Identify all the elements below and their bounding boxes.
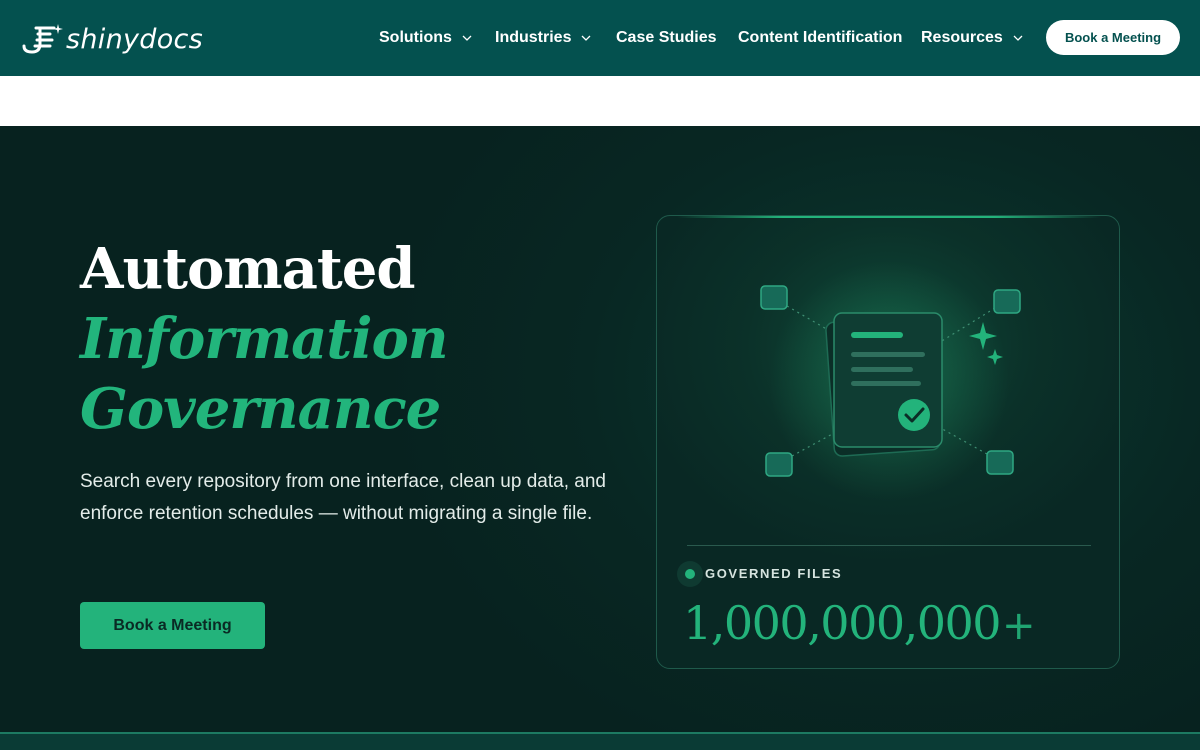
chevron-down-icon [582, 35, 591, 41]
node-icon [765, 452, 793, 477]
nav-item-resources[interactable]: Resources [921, 28, 1023, 48]
logo-mark-icon [22, 24, 63, 54]
section-divider [0, 732, 1200, 750]
governance-illustration [760, 261, 1021, 501]
nav-item-label: Industries [495, 29, 572, 46]
check-circle-icon [898, 399, 930, 431]
nav-item-content-identification[interactable]: Content Identification [738, 28, 902, 48]
chevron-down-icon [1013, 35, 1023, 41]
nav-item-label: Resources [921, 29, 1003, 46]
nav-item-label: Case Studies [616, 29, 717, 46]
logo-text: shinydocs [66, 24, 204, 55]
top-navigation: shinydocs Solutions Industries Case Stud… [0, 0, 1200, 76]
document-icon [825, 312, 943, 457]
chevron-down-icon [462, 35, 472, 41]
hero-title-line-3: Governance [80, 376, 441, 442]
logo[interactable]: shinydocs [20, 22, 203, 56]
hero-book-meeting-button[interactable]: Book a Meeting [80, 602, 265, 649]
node-icon [760, 285, 788, 310]
hero-title-line-2: Information [80, 306, 449, 372]
nav-item-label: Solutions [379, 29, 452, 46]
nav-item-industries[interactable]: Industries [495, 28, 591, 48]
hero-title-line-1: Automated [80, 236, 416, 302]
stat-number: 1,000,000,000 [683, 596, 1002, 650]
status-dot-icon [677, 561, 703, 587]
card-divider [687, 545, 1091, 546]
stat-suffix: + [1002, 603, 1036, 649]
announcement-bar [0, 76, 1200, 126]
stat-label: GOVERNED FILES [705, 566, 843, 581]
nav-item-solutions[interactable]: Solutions [379, 28, 472, 48]
nav-item-case-studies[interactable]: Case Studies [616, 28, 716, 48]
governed-files-card: GOVERNED FILES 1,000,000,000+ [656, 215, 1120, 669]
stat-value: 1,000,000,000+ [683, 596, 1036, 653]
nav-item-label: Content Identification [738, 29, 903, 46]
node-icon [986, 450, 1014, 475]
node-icon [993, 289, 1021, 314]
hero-subtitle: Search every repository from one interfa… [80, 471, 606, 524]
book-meeting-button[interactable]: Book a Meeting [1046, 20, 1180, 55]
